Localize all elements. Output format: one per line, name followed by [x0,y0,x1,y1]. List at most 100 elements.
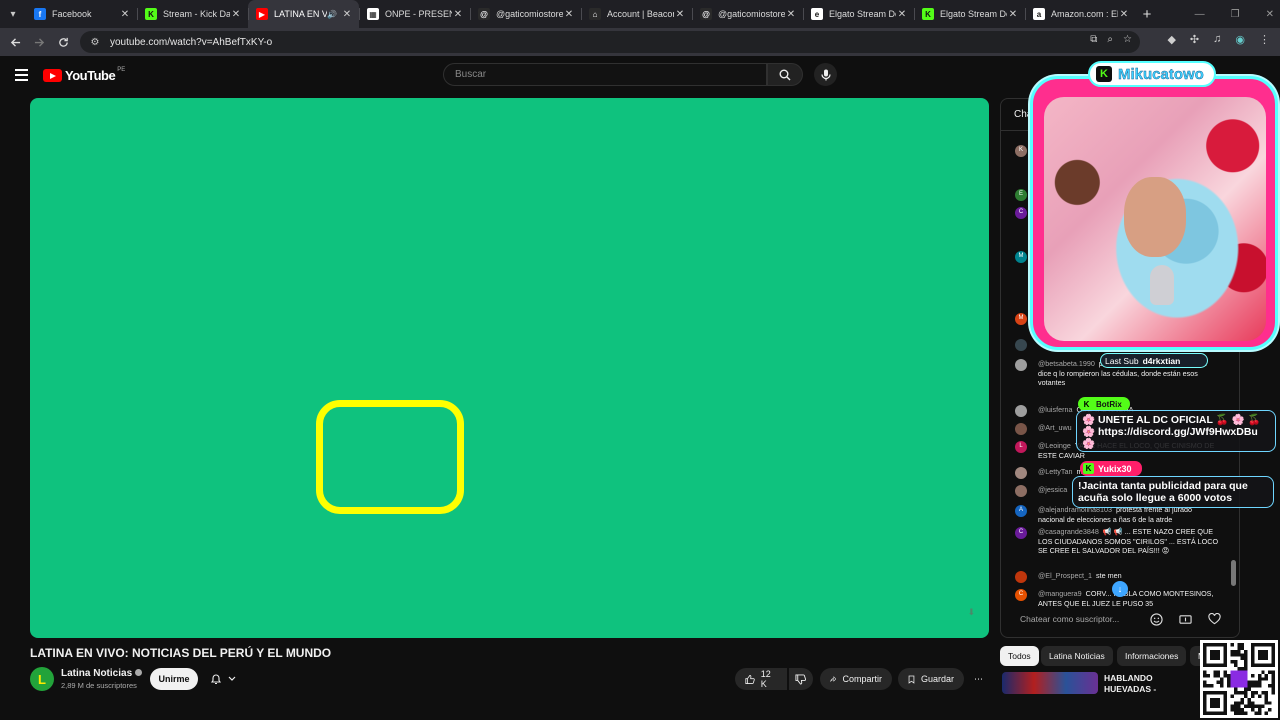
chat-author-avatar[interactable]: M [1015,251,1027,263]
chat-author-name[interactable]: @Art_uwu [1038,423,1072,432]
chat-author-avatar[interactable]: M [1015,313,1027,325]
super-chat-button[interactable] [1177,611,1193,627]
browser-menu-icon[interactable]: ⋮ [1259,33,1270,46]
browser-tab[interactable]: e Elgato Stream Dec✕ [803,0,914,28]
chat-author-avatar[interactable]: C [1015,589,1027,601]
zoom-icon[interactable]: ⌕ [1107,34,1113,45]
last-subscriber-widget: Last Sub d4rkxtian [1100,353,1208,368]
chat-author-name[interactable]: @betsabeta.1990 [1038,359,1095,368]
chat-author-avatar[interactable]: L [1015,441,1027,453]
tab-title: LATINA EN VIV [274,9,328,19]
filter-chip[interactable]: Todos [1000,646,1039,666]
channel-name[interactable]: Latina Noticias [61,668,143,679]
chat-author-name[interactable]: @manguera9 [1038,589,1082,598]
chat-scrollbar[interactable] [1231,560,1236,586]
bookmark-star-icon[interactable]: ☆ [1123,34,1132,45]
audio-playing-icon[interactable]: 🔊 [327,10,337,19]
close-tab-icon[interactable]: ✕ [119,9,131,20]
close-tab-icon[interactable]: ✕ [785,9,797,20]
close-tab-icon[interactable]: ✕ [1007,9,1019,20]
recommendation-title[interactable]: HABLANDO HUEVADAS - Temporada [IQUITOS -… [1104,673,1200,695]
chat-author-name[interactable]: @Leoinge [1038,441,1071,450]
filter-chip[interactable]: Informaciones [1117,646,1187,666]
kick-chat-username: K Yukix30 [1080,461,1142,476]
browser-tab[interactable]: @ @gaticomiostore ✕ [692,0,803,28]
like-button[interactable]: 12 K [735,668,787,690]
menu-hamburger-icon[interactable] [15,69,28,84]
chat-author-avatar[interactable]: C [1015,527,1027,539]
chat-author-avatar[interactable]: A [1015,505,1027,517]
forward-button[interactable] [27,30,51,54]
extension-icon[interactable]: ◆ [1167,33,1175,46]
filter-chip[interactable]: Latina Noticias [1041,646,1113,666]
chat-author-avatar[interactable] [1015,405,1027,417]
share-button[interactable]: Compartir [820,668,892,690]
channel-avatar[interactable]: L [30,667,54,691]
profile-avatar[interactable]: ◉ [1235,33,1245,46]
browser-tab[interactable]: ⌂ Account | Beacon ✕ [581,0,692,28]
browser-tab[interactable]: ▦ ONPE - PRESENTA✕ [359,0,470,28]
chat-author-avatar[interactable] [1015,467,1027,479]
chat-input[interactable] [1010,614,1142,624]
chat-author-name[interactable]: @jessica [1038,485,1067,494]
chat-author-avatar[interactable] [1015,571,1027,583]
kick-icon: K [145,8,157,20]
browser-tab[interactable]: a Amazon.com : Elg ✕ [1025,0,1136,28]
new-tab-button[interactable]: + [1136,6,1158,23]
chat-author-avatar[interactable] [1015,359,1027,371]
chat-author-name[interactable]: @El_Prospect_1 [1038,571,1092,580]
country-code: PE [117,66,126,73]
emoji-button[interactable] [1148,611,1164,627]
chat-author-avatar[interactable]: E [1015,189,1027,201]
restore-icon[interactable]: ❐ [1231,9,1240,20]
chat-author-avatar[interactable] [1015,339,1027,351]
browser-tab[interactable]: K Stream - Kick Das ✕ [137,0,248,28]
reload-button[interactable] [51,30,75,54]
chat-author-avatar[interactable] [1015,423,1027,435]
cast-icon[interactable]: ⧉ [1090,34,1097,45]
more-actions-button[interactable]: ⋯ [968,668,990,690]
browser-tab[interactable]: f Facebook ✕ [26,0,137,28]
chat-author-name[interactable]: @LettyTan [1038,467,1072,476]
extensions-puzzle-icon[interactable]: ✣ [1190,33,1199,46]
close-tab-icon[interactable]: ✕ [452,9,464,20]
voice-search-button[interactable] [814,63,837,86]
scroll-down-arrow-icon[interactable]: ↓ [1112,581,1128,597]
heart-button[interactable] [1206,611,1222,627]
close-tab-icon[interactable]: ✕ [674,9,686,20]
browser-tab-bar: ▾ f Facebook ✕ K Stream - Kick Das ✕ ▶ LATINA E… [0,0,1280,28]
join-button[interactable]: Unirme [150,668,198,690]
notifications-button[interactable] [202,668,244,690]
youtube-logo[interactable]: YouTube PE [43,66,126,83]
media-control-icon[interactable]: ♫ [1213,33,1221,46]
browser-tab[interactable]: K Elgato Stream Dec✕ [914,0,1025,28]
save-button[interactable]: Guardar [898,668,964,690]
dislike-button[interactable] [789,668,813,690]
back-button[interactable] [3,30,27,54]
address-bar[interactable]: ⚙ youtube.com/watch?v=AhBefTxKY-o ⧉ ⌕ ☆ [80,31,1140,53]
save-label: Guardar [920,674,954,684]
search-input[interactable] [455,69,766,80]
recommendation-thumbnail[interactable] [1002,672,1098,694]
site-info-icon[interactable]: ⚙ [88,35,102,49]
chat-author-avatar[interactable]: K [1015,145,1027,157]
chat-author-avatar[interactable]: C [1015,207,1027,219]
close-tab-icon[interactable]: ✕ [230,9,242,20]
close-window-icon[interactable]: ✕ [1266,9,1274,20]
search-button[interactable] [767,63,803,86]
close-tab-icon[interactable]: ✕ [1118,9,1130,20]
tab-title: Elgato Stream Dec [829,9,896,19]
close-tab-icon[interactable]: ✕ [341,9,353,20]
chat-author-avatar[interactable] [1015,485,1027,497]
close-tab-icon[interactable]: ✕ [896,9,908,20]
tab-search-menu-icon[interactable]: ▾ [0,0,26,28]
browser-tab[interactable]: @ @gaticomiostore ✕ [470,0,581,28]
close-tab-icon[interactable]: ✕ [563,9,575,20]
minimize-icon[interactable]: — [1195,9,1205,20]
chat-author-name[interactable]: @casagrande3848 [1038,527,1099,536]
tab-title: Account | Beacon [607,9,674,19]
browser-tab[interactable]: ▶ LATINA EN VIV🔊 ✕ [248,0,359,28]
chat-author-name[interactable]: @luisferna [1038,405,1072,414]
video-player[interactable]: ⬇ [30,98,989,638]
tab-title: Stream - Kick Das [163,9,230,19]
